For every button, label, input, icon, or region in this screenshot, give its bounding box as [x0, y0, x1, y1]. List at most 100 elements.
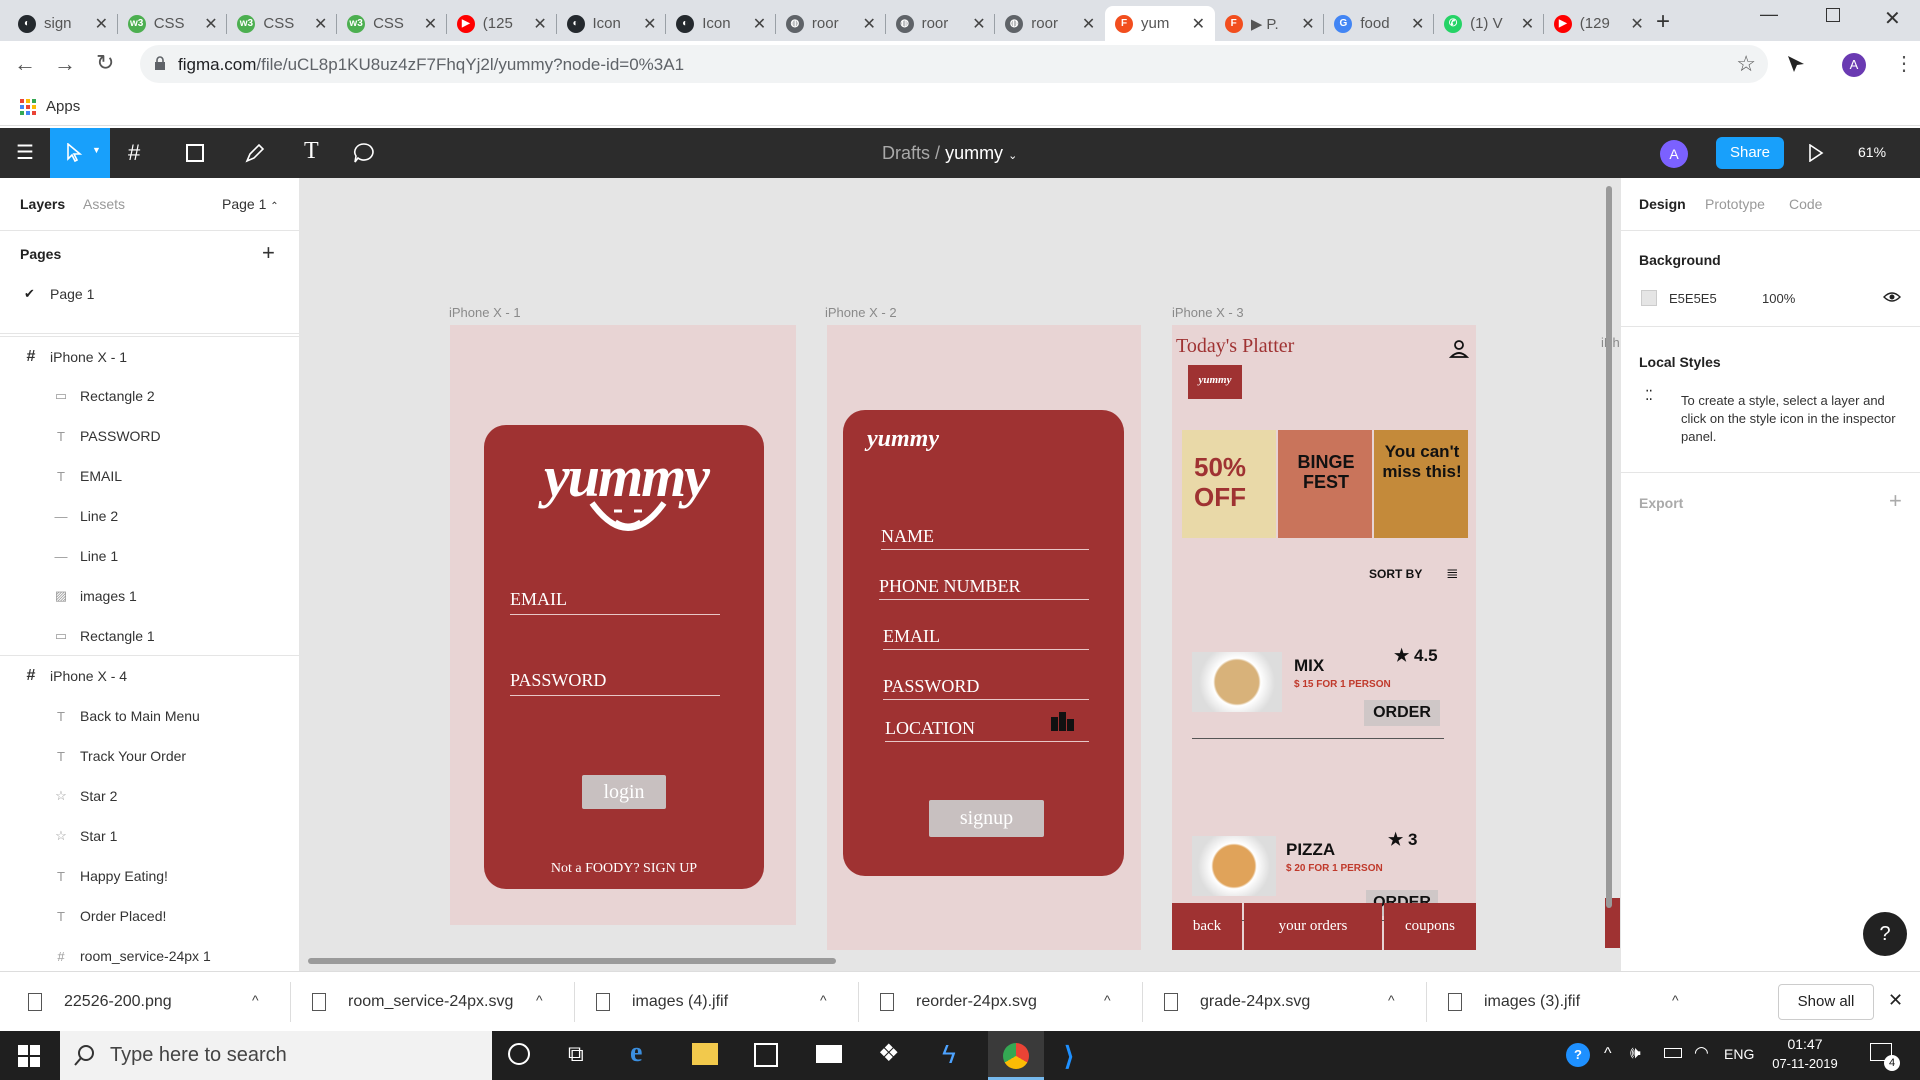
promo-banner[interactable]: 50% OFF — [1182, 430, 1276, 538]
close-tab-icon[interactable]: ✕ — [1630, 14, 1643, 34]
layer-item[interactable]: T Happy Eating! — [0, 856, 300, 896]
frame-label[interactable]: iPhone X - 1 — [449, 305, 521, 320]
close-downloads-icon[interactable]: ✕ — [1888, 990, 1903, 1011]
download-options-chevron-icon[interactable]: ^ — [252, 992, 259, 1008]
close-tab-icon[interactable]: ✕ — [1411, 14, 1424, 34]
file-menu-chevron-icon[interactable]: ⌄ — [1008, 150, 1017, 162]
background-opacity[interactable]: 100% — [1762, 291, 1795, 306]
menu-item[interactable]: MIX $ 15 FOR 1 PERSON ★ 4.5 ORDER — [1172, 612, 1476, 739]
page-switcher[interactable]: Page 1 ⌃ — [222, 196, 279, 212]
promo-banner[interactable]: BINGE FEST — [1278, 430, 1372, 538]
browser-tab[interactable]: F ▶ P. ✕ — [1215, 6, 1325, 41]
tab-design[interactable]: Design — [1639, 196, 1686, 212]
restore-icon[interactable] — [1826, 8, 1840, 22]
signup-field[interactable]: EMAIL — [883, 626, 1089, 650]
download-options-chevron-icon[interactable]: ^ — [1104, 992, 1111, 1008]
volume-icon[interactable]: 🕪 — [1630, 1043, 1641, 1063]
browser-tab[interactable]: ◍ roor ✕ — [886, 6, 996, 41]
add-export-icon[interactable]: + — [1889, 488, 1902, 514]
mail-icon[interactable] — [816, 1045, 842, 1063]
nav-coupons-button[interactable]: coupons — [1384, 903, 1476, 950]
background-swatch[interactable] — [1641, 290, 1657, 306]
close-tab-icon[interactable]: ✕ — [204, 14, 217, 34]
browser-tab[interactable]: ◐ sign ✕ — [8, 6, 118, 41]
layer-item[interactable]: # iPhone X - 1 — [0, 336, 300, 376]
dropbox-icon[interactable]: ❖ — [878, 1039, 900, 1068]
wifi-icon[interactable]: ◠ — [1694, 1043, 1709, 1063]
nav-your-orders-button[interactable]: your orders — [1244, 903, 1382, 950]
close-tab-icon[interactable]: ✕ — [1521, 14, 1534, 34]
layer-item[interactable]: ☆ Star 1 — [0, 816, 300, 856]
layer-item[interactable]: — Line 1 — [0, 536, 300, 576]
close-tab-icon[interactable]: ✕ — [643, 14, 656, 34]
signup-field[interactable]: NAME — [881, 526, 1089, 550]
clock-time[interactable]: 01:47 — [1768, 1036, 1842, 1052]
forward-arrow-icon[interactable]: → — [54, 51, 76, 77]
minimize-icon[interactable]: — — [1760, 4, 1778, 25]
bookmark-apps[interactable]: Apps — [46, 98, 80, 115]
chrome-taskbar-item[interactable] — [988, 1031, 1044, 1080]
browser-tab[interactable]: ▶ (129 ✕ — [1544, 6, 1654, 41]
browser-tab[interactable]: ◐ Icon ✕ — [666, 6, 776, 41]
browser-tab[interactable]: w3 CSS ✕ — [337, 6, 447, 41]
close-tab-icon[interactable]: ✕ — [533, 14, 546, 34]
pen-tool-icon[interactable] — [244, 142, 266, 164]
tab-prototype[interactable]: Prototype — [1705, 196, 1765, 212]
tab-code[interactable]: Code — [1789, 196, 1822, 212]
add-page-icon[interactable]: + — [262, 240, 275, 266]
layer-item[interactable]: T Back to Main Menu — [0, 696, 300, 736]
download-options-chevron-icon[interactable]: ^ — [536, 992, 543, 1008]
layer-item[interactable]: # iPhone X - 4 — [0, 656, 300, 696]
browser-tab[interactable]: ◍ roor ✕ — [995, 6, 1105, 41]
iphone-x-3-frame[interactable]: Today's Platter yummy 50% OFF BINGE FEST Y… — [1172, 325, 1476, 950]
drafts-link[interactable]: Drafts — [882, 143, 930, 163]
profile-avatar[interactable]: A — [1842, 53, 1866, 77]
email-field[interactable]: EMAIL — [510, 589, 720, 615]
tray-expand-icon[interactable]: ^ — [1604, 1045, 1612, 1063]
layer-item[interactable]: ▭ Rectangle 1 — [0, 616, 300, 656]
login-button[interactable]: login — [582, 775, 666, 809]
url-bar[interactable]: figma.com/file/uCL8p1KU8uz4zF7FhqYj2l/yu… — [140, 45, 1768, 83]
store-icon[interactable] — [754, 1043, 778, 1067]
menu-item[interactable]: PIZZA$ 20 FOR 1 PERSON★ 3ORDER — [1172, 760, 1476, 921]
browser-tab[interactable]: Fyum ✕ — [1105, 6, 1215, 41]
new-tab-icon[interactable]: + — [1656, 8, 1670, 36]
background-hex[interactable]: E5E5E5 — [1669, 291, 1717, 306]
layer-item[interactable]: # room_service-24px 1 — [0, 936, 300, 976]
clock-date[interactable]: 07-11-2019 — [1766, 1056, 1844, 1071]
close-tab-icon[interactable]: ✕ — [1082, 14, 1095, 34]
close-tab-icon[interactable]: ✕ — [95, 14, 108, 34]
frame-label[interactable]: iPhone X - 2 — [825, 305, 897, 320]
nav-back-button[interactable]: back — [1172, 903, 1242, 950]
close-tab-icon[interactable]: ✕ — [314, 14, 327, 34]
tab-layers[interactable]: Layers — [20, 196, 65, 212]
browser-tab[interactable]: ✆ (1) V ✕ — [1434, 6, 1544, 41]
layer-item[interactable]: T EMAIL — [0, 456, 300, 496]
share-button[interactable]: Share — [1716, 137, 1784, 169]
order-button[interactable]: ORDER — [1364, 700, 1440, 726]
vscode-icon[interactable]: ⟩ — [1064, 1041, 1074, 1072]
vertical-scrollbar[interactable] — [1606, 186, 1612, 908]
layer-item[interactable]: T Order Placed! — [0, 896, 300, 936]
cursor-extension-icon[interactable] — [1786, 54, 1806, 74]
show-all-button[interactable]: Show all — [1778, 984, 1874, 1020]
windows-start-icon[interactable] — [18, 1045, 40, 1067]
download-item[interactable]: room_service-24px.svg — [312, 988, 513, 1016]
browser-tab[interactable]: w3 CSS ✕ — [227, 6, 337, 41]
browser-tab[interactable]: ◍ roor ✕ — [776, 6, 886, 41]
browser-tab[interactable]: ▶ (125 ✕ — [447, 6, 557, 41]
iphone-x-1-frame[interactable]: yummy EMAIL PASSWORD login Not a FOODY? … — [450, 325, 796, 925]
eye-visibility-icon[interactable] — [1883, 291, 1901, 303]
edge-icon[interactable]: e — [630, 1037, 642, 1069]
user-profile-icon[interactable] — [1449, 339, 1469, 359]
frame-label[interactable]: iPhone X - 3 — [1172, 305, 1244, 320]
signup-field[interactable]: PHONE NUMBER — [879, 576, 1089, 600]
layer-item[interactable]: — Line 2 — [0, 496, 300, 536]
help-tray-icon[interactable]: ? — [1566, 1043, 1590, 1067]
download-item[interactable]: images (4).jfif — [596, 988, 728, 1016]
app-icon[interactable]: ϟ — [942, 1039, 956, 1070]
comment-tool-icon[interactable] — [352, 142, 376, 164]
close-window-icon[interactable]: ✕ — [1884, 6, 1901, 31]
reload-icon[interactable]: ↻ — [96, 50, 114, 76]
back-arrow-icon[interactable]: ← — [14, 51, 36, 77]
